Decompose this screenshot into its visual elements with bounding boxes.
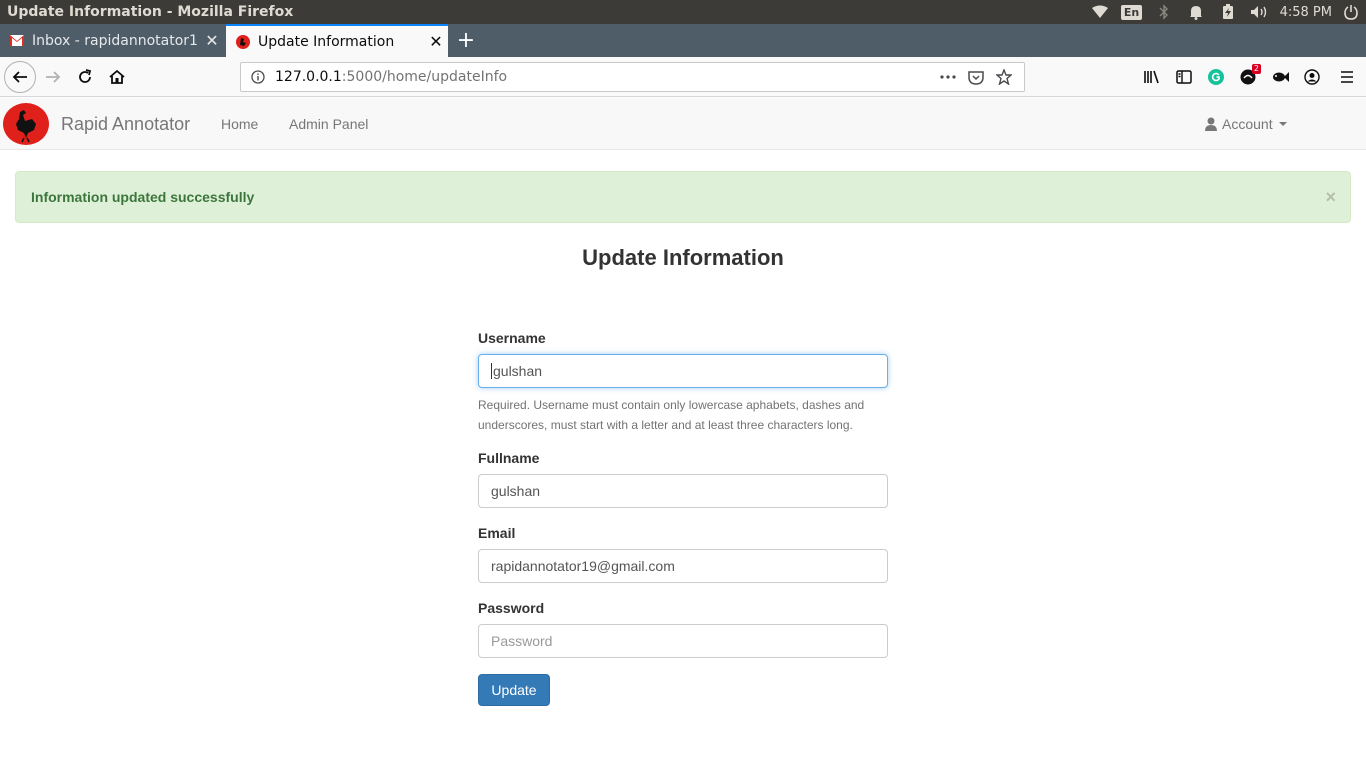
update-button[interactable]: Update xyxy=(478,674,550,706)
url-text[interactable]: 127.0.0.1:5000/home/updateInfo xyxy=(275,69,507,85)
home-button[interactable] xyxy=(101,61,133,93)
fullname-value: gulshan xyxy=(491,483,541,499)
password-placeholder: Password xyxy=(491,633,553,649)
new-tab-button[interactable]: + xyxy=(452,24,480,57)
back-button[interactable] xyxy=(4,61,36,93)
email-input[interactable]: rapidannotator19@gmail.com xyxy=(478,549,888,583)
tab-label: Inbox - rapidannotator1 xyxy=(32,32,198,49)
bell-icon[interactable] xyxy=(1180,0,1212,24)
rooster-logo-icon[interactable] xyxy=(2,102,50,146)
grammarly-icon[interactable] xyxy=(1200,61,1232,93)
fullname-input[interactable]: gulshan xyxy=(478,474,888,508)
tab-label: Update Information xyxy=(258,33,395,50)
library-icon[interactable] xyxy=(1136,61,1168,93)
bookmark-star-icon[interactable] xyxy=(990,63,1018,91)
page-title: Update Information xyxy=(582,245,784,270)
browser-toolbar: 127.0.0.1:5000/home/updateInfo 2 xyxy=(0,57,1366,97)
tab-inbox[interactable]: Inbox - rapidannotator1 ✕ xyxy=(0,24,224,57)
url-bar[interactable]: 127.0.0.1:5000/home/updateInfo xyxy=(240,62,1025,92)
pocket-icon[interactable] xyxy=(962,63,990,91)
wifi-icon[interactable] xyxy=(1084,0,1116,24)
user-icon xyxy=(1205,117,1217,131)
reload-button[interactable] xyxy=(69,61,101,93)
text-cursor xyxy=(491,363,492,379)
volume-icon[interactable] xyxy=(1244,0,1276,24)
clock[interactable]: 4:58 PM xyxy=(1276,0,1336,24)
nav-admin-panel-link[interactable]: Admin Panel xyxy=(289,98,368,150)
close-icon[interactable]: × xyxy=(1325,188,1336,206)
chevron-down-icon xyxy=(1278,122,1287,126)
account-circle-icon[interactable] xyxy=(1296,61,1328,93)
more-actions-icon[interactable] xyxy=(934,63,962,91)
username-input[interactable]: gulshan xyxy=(478,354,888,388)
keyboard-layout-indicator[interactable]: En xyxy=(1116,0,1148,24)
url-host: 127.0.0.1 xyxy=(275,69,342,85)
fullname-label: Fullname xyxy=(478,450,540,466)
close-icon[interactable]: ✕ xyxy=(424,32,448,51)
success-alert: Information updated successfully × xyxy=(15,171,1351,223)
nav-home-link[interactable]: Home xyxy=(221,98,258,150)
site-navbar: Rapid Annotator Home Admin Panel Account xyxy=(0,98,1366,150)
password-label: Password xyxy=(478,600,545,616)
battery-icon[interactable] xyxy=(1212,0,1244,24)
arrow-right-icon xyxy=(46,71,61,83)
arrow-left-icon xyxy=(12,71,27,83)
rooster-icon xyxy=(236,34,250,49)
fish-extension-icon[interactable] xyxy=(1264,61,1296,93)
sidebar-icon[interactable] xyxy=(1168,61,1200,93)
bluetooth-icon[interactable] xyxy=(1148,0,1180,24)
url-actions xyxy=(934,63,1018,91)
gmail-icon xyxy=(10,34,24,48)
username-label: Username xyxy=(478,330,546,346)
extension-notification-icon[interactable]: 2 xyxy=(1232,61,1264,93)
toolbar-extensions: 2 xyxy=(1136,61,1366,93)
account-label: Account xyxy=(1222,116,1273,132)
notification-badge: 2 xyxy=(1251,64,1261,74)
close-icon[interactable]: ✕ xyxy=(200,31,224,50)
password-input[interactable]: Password xyxy=(478,624,888,658)
home-icon xyxy=(109,69,125,84)
reload-icon xyxy=(79,69,92,83)
url-path: :5000/home/updateInfo xyxy=(341,69,508,85)
forward-button[interactable] xyxy=(37,61,69,93)
account-dropdown[interactable]: Account xyxy=(1205,98,1287,150)
site-brand[interactable]: Rapid Annotator xyxy=(61,98,190,150)
lang-label: En xyxy=(1120,4,1143,20)
window-title: Update Information - Mozilla Firefox xyxy=(7,4,294,20)
username-help-text: Required. Username must contain only low… xyxy=(478,398,865,432)
email-label: Email xyxy=(478,525,516,541)
os-top-bar: Update Information - Mozilla Firefox En … xyxy=(0,0,1366,24)
tab-strip: Inbox - rapidannotator1 ✕ Update Informa… xyxy=(0,24,1366,57)
email-value: rapidannotator19@gmail.com xyxy=(491,558,675,574)
tab-update-information[interactable]: Update Information ✕ xyxy=(226,24,448,57)
alert-message: Information updated successfully xyxy=(31,189,255,205)
info-icon[interactable] xyxy=(250,69,266,85)
hamburger-menu-icon[interactable] xyxy=(1328,61,1366,93)
power-icon[interactable] xyxy=(1336,0,1366,24)
username-value: gulshan xyxy=(493,363,543,379)
system-tray: En 4:58 PM xyxy=(1084,0,1366,24)
